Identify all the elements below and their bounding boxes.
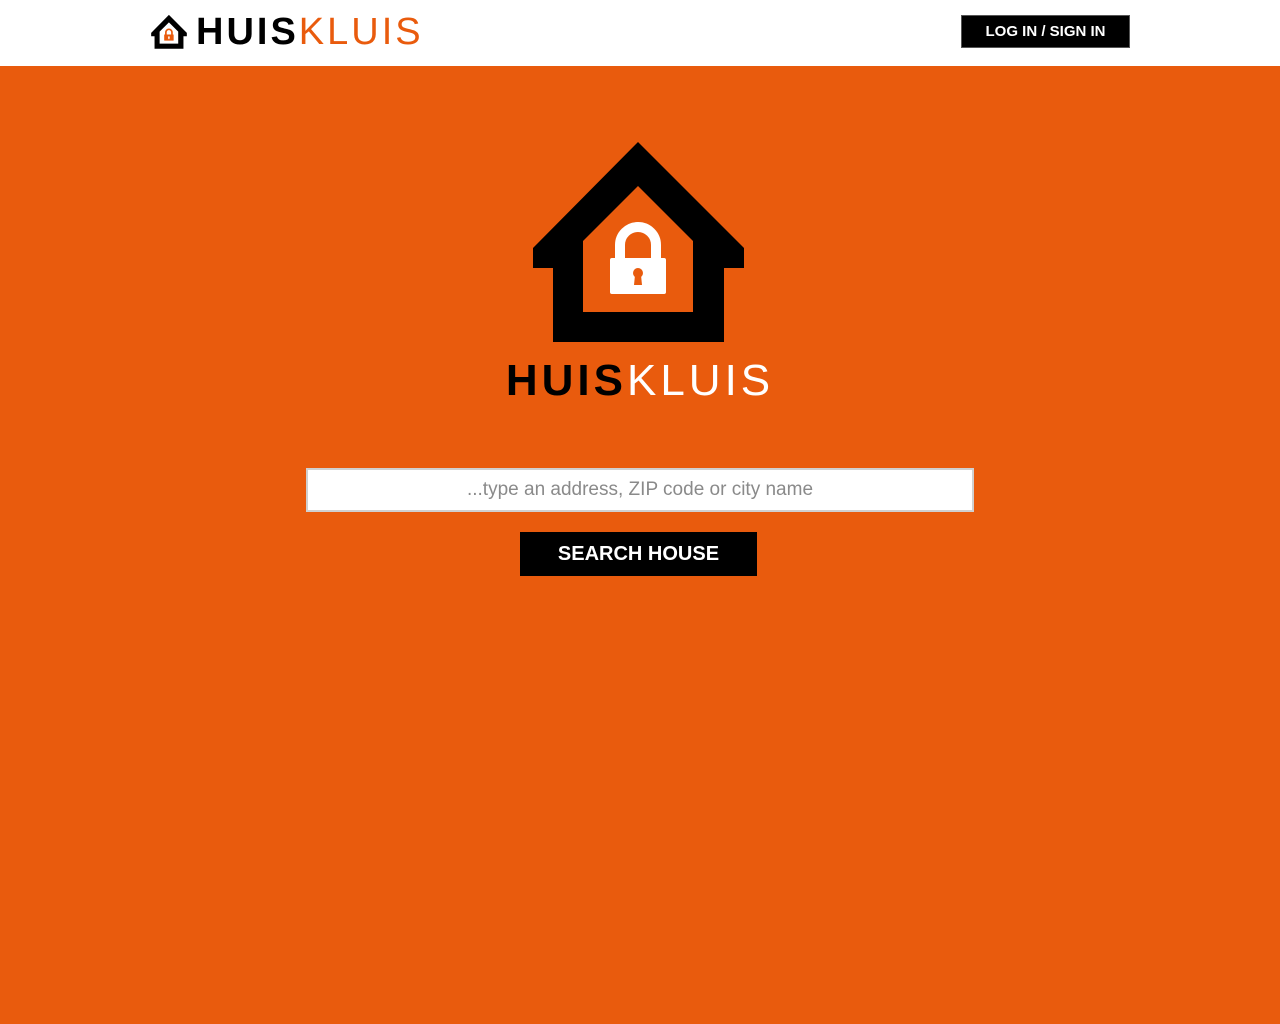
- hero-wordmark: HUISKLUIS: [440, 356, 840, 406]
- login-signin-button[interactable]: LOG IN / SIGN IN: [961, 15, 1130, 48]
- top-navbar: HUISKLUIS LOG IN / SIGN IN: [0, 0, 1280, 66]
- hero-brand-part-1: HUIS: [505, 356, 627, 405]
- house-lock-icon: [532, 142, 745, 344]
- search-house-button[interactable]: SEARCH HOUSE: [520, 532, 757, 576]
- brand-logo-link[interactable]: HUISKLUIS: [151, 12, 424, 52]
- brand-part-1: HUIS: [196, 11, 299, 53]
- brand-wordmark: HUISKLUIS: [196, 12, 424, 52]
- brand-part-2: KLUIS: [298, 11, 424, 53]
- house-lock-icon: [151, 14, 187, 50]
- hero-brand-part-2: KLUIS: [626, 356, 775, 405]
- address-search-input[interactable]: [306, 468, 974, 512]
